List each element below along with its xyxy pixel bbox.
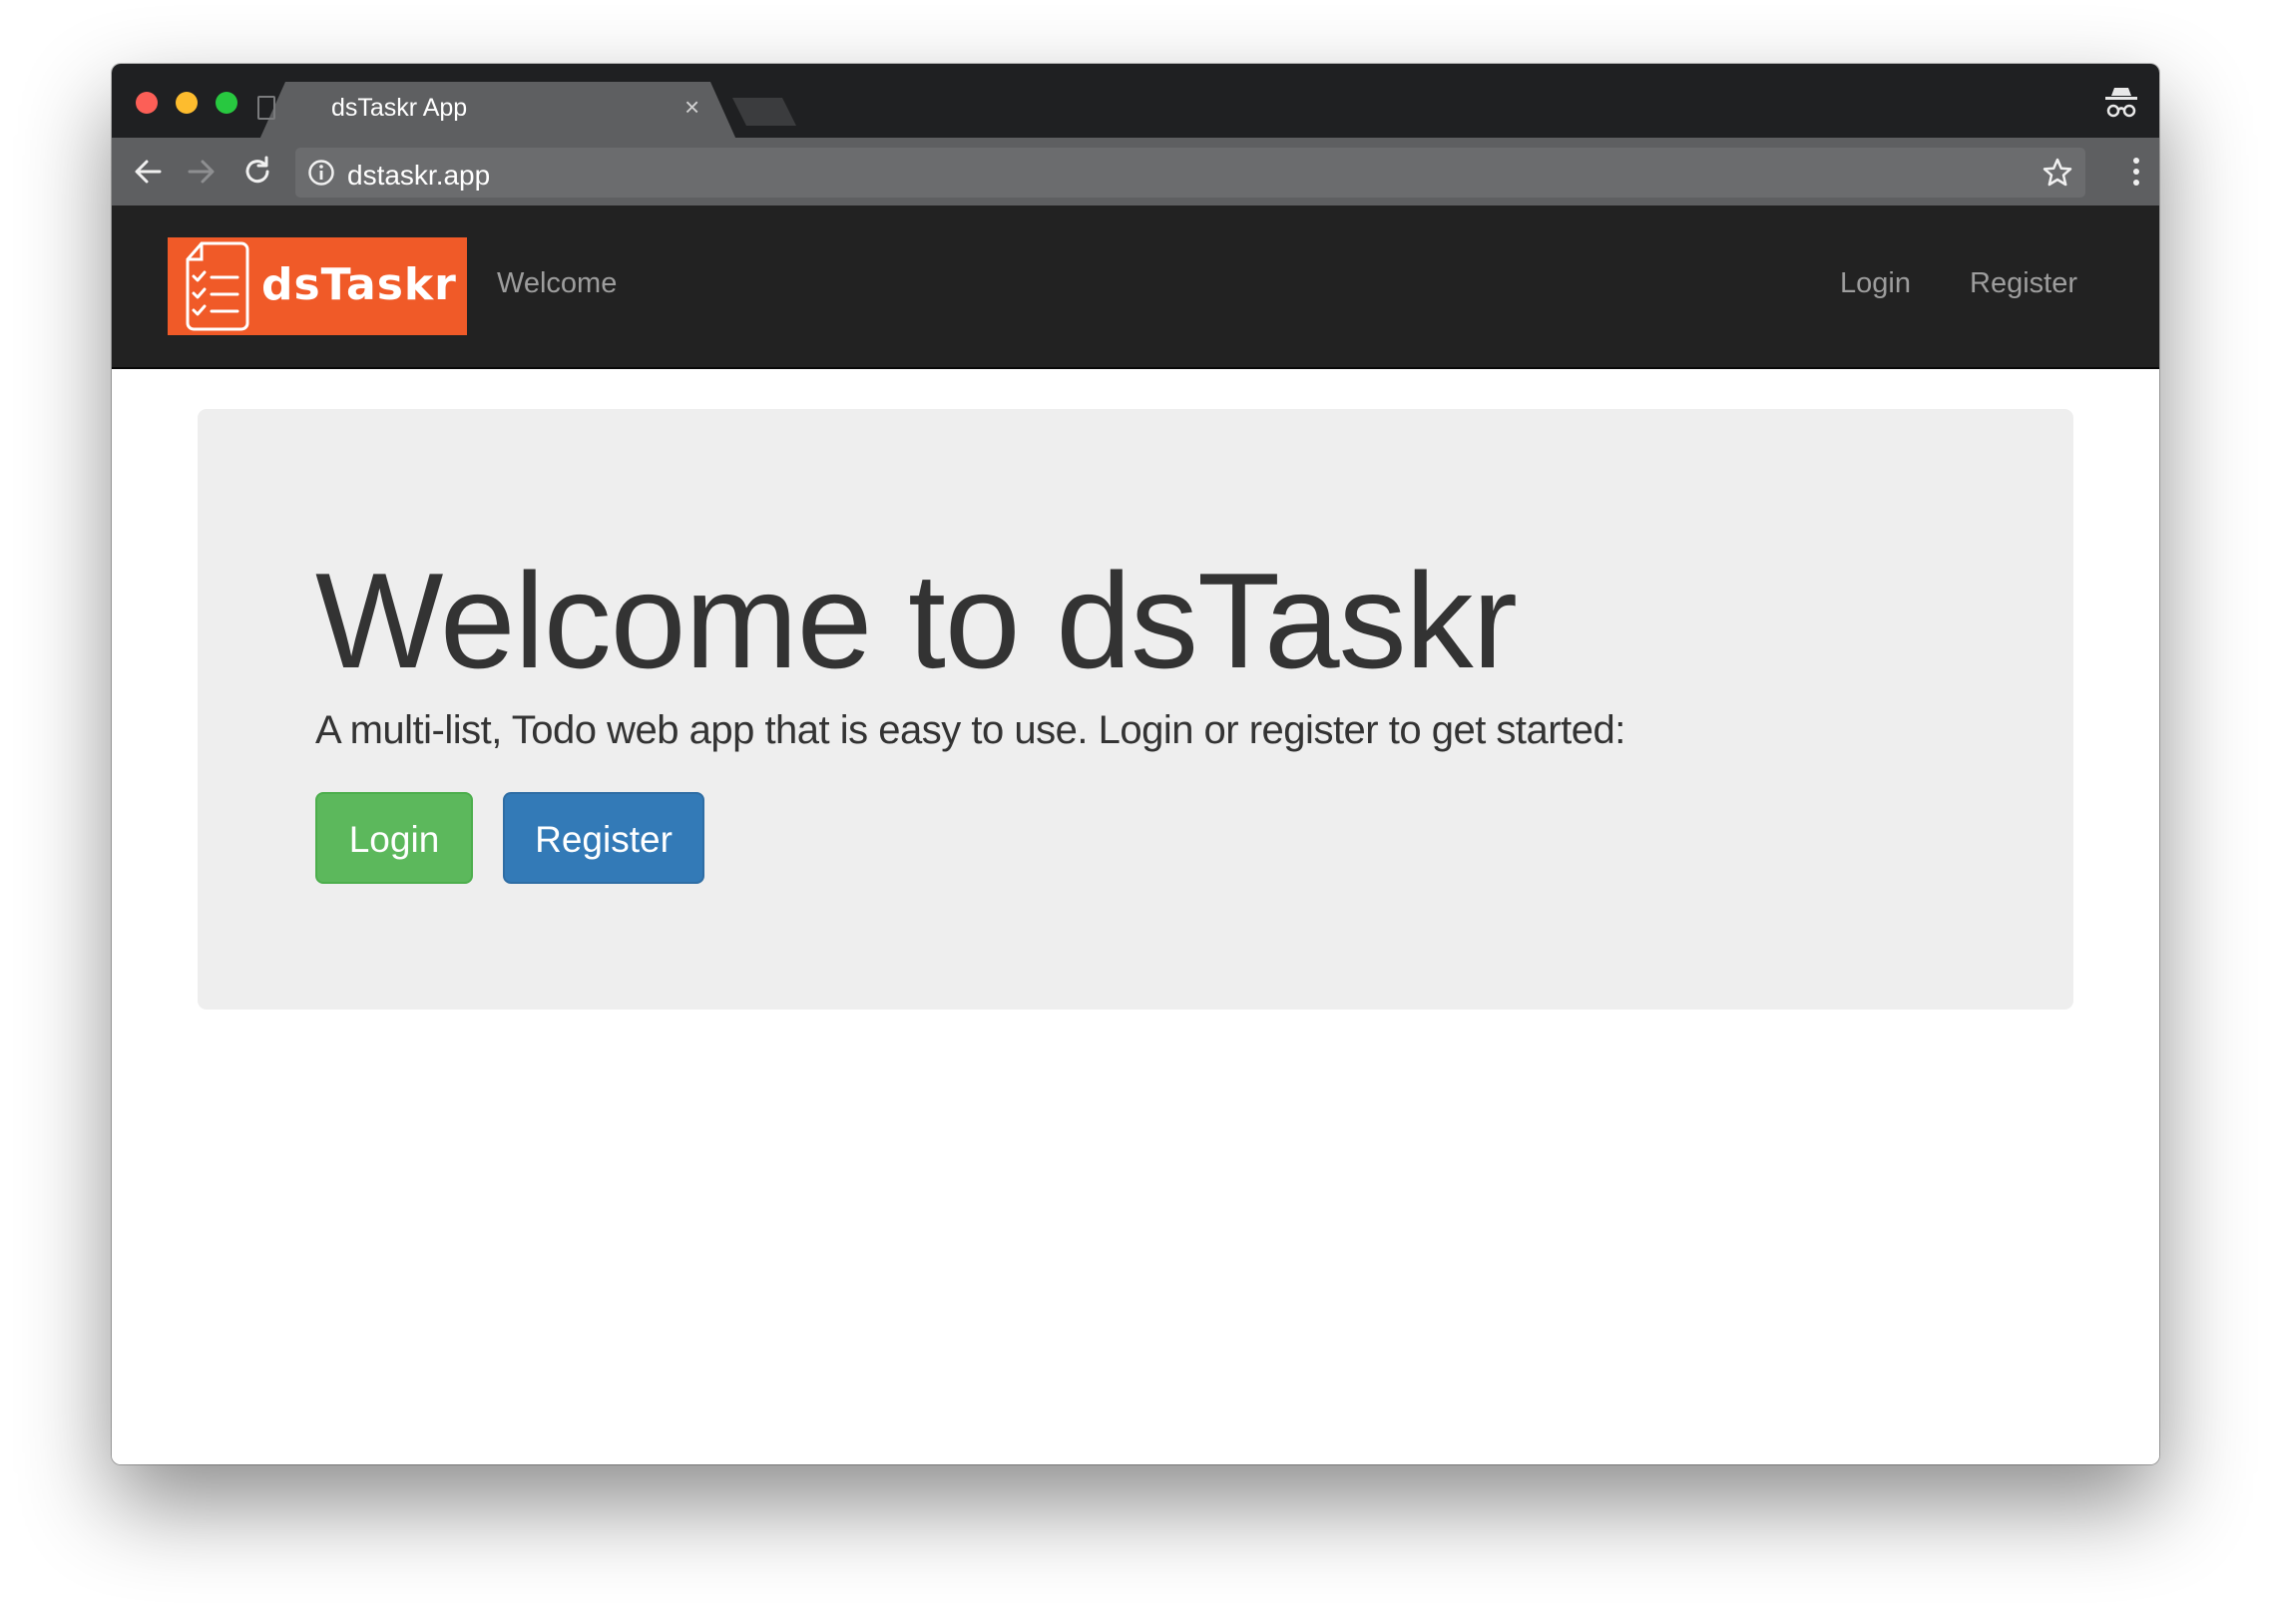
star-icon[interactable]	[2042, 157, 2073, 189]
page-title: Welcome to dsTaskr	[315, 545, 1518, 696]
close-icon[interactable]: ×	[684, 94, 699, 120]
site-navbar: dsTaskr Welcome Login Register	[112, 205, 2159, 369]
tab-strip: dsTaskr App ×	[112, 64, 2159, 140]
lead-text: A multi-list, Todo web app that is easy …	[315, 708, 1625, 752]
checklist-icon	[186, 241, 249, 331]
nav-link-register[interactable]: Register	[1970, 267, 2077, 300]
welcome-jumbotron: Welcome to dsTaskr A multi-list, Todo we…	[198, 409, 2073, 1010]
url-text: dstaskr.app	[347, 160, 491, 191]
brand-logo[interactable]: dsTaskr	[168, 237, 467, 335]
login-button[interactable]: Login	[315, 792, 473, 884]
close-window-button[interactable]	[136, 92, 158, 114]
reload-icon[interactable]	[239, 154, 275, 190]
address-bar[interactable]: dstaskr.app	[295, 148, 2085, 198]
nav-link-welcome[interactable]: Welcome	[497, 267, 617, 300]
browser-toolbar: dstaskr.app	[112, 138, 2159, 205]
brand-name: dsTaskr	[261, 259, 457, 310]
tab-title: dsTaskr App	[331, 94, 468, 122]
page-favicon-icon	[257, 96, 275, 120]
forward-icon[interactable]	[184, 154, 220, 190]
browser-window: dsTaskr App × dstaskr.app dsTaskr Welcom…	[112, 64, 2159, 1464]
nav-link-login[interactable]: Login	[1840, 267, 1911, 300]
register-button[interactable]: Register	[503, 792, 704, 884]
new-tab-button[interactable]	[732, 98, 796, 126]
incognito-icon	[2105, 88, 2137, 118]
minimize-window-button[interactable]	[176, 92, 198, 114]
menu-icon[interactable]	[2131, 154, 2141, 190]
page-viewport: dsTaskr Welcome Login Register Welcome t…	[112, 205, 2159, 1464]
info-icon[interactable]	[307, 159, 335, 187]
maximize-window-button[interactable]	[216, 92, 237, 114]
back-icon[interactable]	[130, 154, 166, 190]
